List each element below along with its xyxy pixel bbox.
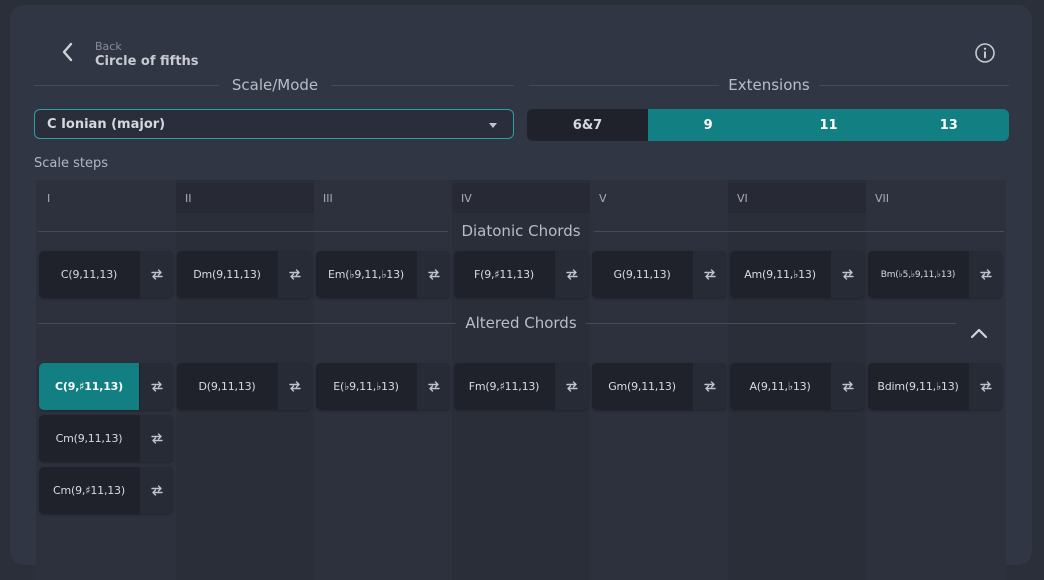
page-title: Circle of fifths: [95, 54, 199, 69]
altered-chord-1b[interactable]: Cm(9,11,13): [39, 415, 173, 462]
step-header-5: V: [599, 192, 607, 205]
swap-icon[interactable]: [555, 363, 588, 410]
step-header-3: III: [323, 192, 333, 205]
diatonic-chord-7[interactable]: Bm(♭5,♭9,11,♭13): [868, 251, 1002, 298]
altered-chord-6[interactable]: A(9,11,♭13): [730, 363, 864, 410]
chevron-up-icon[interactable]: [970, 327, 988, 339]
diatonic-title: Diatonic Chords: [461, 222, 581, 240]
divider: [34, 85, 219, 86]
swap-icon[interactable]: [969, 363, 1002, 410]
chord-board: I II III IV V VI VII Diatonic Chords C(9…: [36, 180, 1006, 580]
swap-icon[interactable]: [693, 363, 726, 410]
step-header-2: II: [176, 183, 314, 213]
swap-icon[interactable]: [969, 251, 1002, 298]
swap-icon[interactable]: [831, 363, 864, 410]
chevron-left-icon[interactable]: [60, 41, 74, 63]
diatonic-chord-3[interactable]: Em(♭9,11,♭13): [316, 251, 450, 298]
swap-icon[interactable]: [278, 363, 311, 410]
scale-mode-value: C Ionian (major): [47, 117, 166, 132]
scale-steps-label: Scale steps: [34, 156, 109, 171]
swap-icon[interactable]: [555, 251, 588, 298]
altered-title: Altered Chords: [465, 314, 577, 332]
step-header-1: I: [47, 192, 51, 205]
divider: [529, 85, 719, 86]
scale-mode-select[interactable]: C Ionian (major): [34, 109, 514, 139]
info-icon[interactable]: [974, 42, 996, 64]
diatonic-chord-1[interactable]: C(9,11,13): [39, 251, 173, 298]
altered-chord-5[interactable]: Gm(9,11,13): [592, 363, 726, 410]
diatonic-chord-2[interactable]: Dm(9,11,13): [177, 251, 311, 298]
divider: [586, 323, 956, 324]
extensions-toggle: 6&7 9 11 13: [527, 109, 1009, 141]
step-header-6: VI: [728, 183, 866, 213]
step-header-4: IV: [452, 183, 590, 213]
altered-chord-2[interactable]: D(9,11,13): [177, 363, 311, 410]
swap-icon[interactable]: [693, 251, 726, 298]
swap-icon[interactable]: [831, 251, 864, 298]
scale-mode-title: Scale/Mode: [231, 76, 319, 94]
divider: [331, 85, 514, 86]
divider: [38, 323, 456, 324]
extension-13[interactable]: 13: [888, 109, 1009, 141]
altered-chord-1c[interactable]: Cm(9,♯11,13): [39, 467, 173, 514]
altered-chord-7[interactable]: Bdim(9,11,♭13): [868, 363, 1002, 410]
swap-icon[interactable]: [140, 415, 173, 462]
swap-icon[interactable]: [140, 363, 173, 410]
back-link[interactable]: Back: [95, 40, 122, 53]
diatonic-chord-4[interactable]: F(9,♯11,13): [454, 251, 588, 298]
extension-9[interactable]: 9: [648, 109, 769, 141]
divider: [819, 85, 1009, 86]
caret-down-icon: [489, 123, 497, 128]
swap-icon[interactable]: [417, 251, 450, 298]
diatonic-chord-5[interactable]: G(9,11,13): [592, 251, 726, 298]
altered-chord-4[interactable]: Fm(9,♯11,13): [454, 363, 588, 410]
main-panel: Back Circle of fifths Scale/Mode Extensi…: [10, 5, 1032, 580]
extensions-title: Extensions: [728, 76, 810, 94]
swap-icon[interactable]: [278, 251, 311, 298]
swap-icon[interactable]: [140, 251, 173, 298]
altered-chord-1[interactable]: C(9,♯11,13): [39, 363, 173, 410]
extension-6and7[interactable]: 6&7: [527, 109, 648, 141]
altered-chord-3[interactable]: E(♭9,11,♭13): [316, 363, 450, 410]
divider: [38, 231, 448, 232]
extension-11[interactable]: 11: [768, 109, 889, 141]
step-header-7: VII: [875, 192, 890, 205]
divider: [594, 231, 1004, 232]
diatonic-chord-6[interactable]: Am(9,11,♭13): [730, 251, 864, 298]
swap-icon[interactable]: [140, 467, 173, 514]
swap-icon[interactable]: [417, 363, 450, 410]
